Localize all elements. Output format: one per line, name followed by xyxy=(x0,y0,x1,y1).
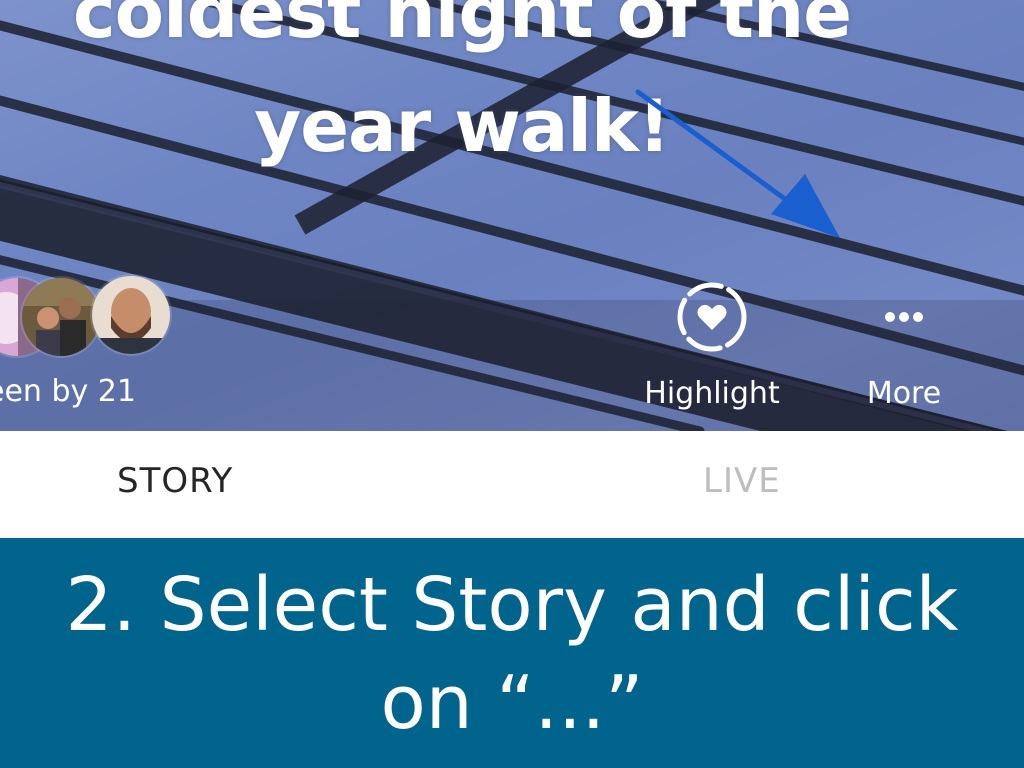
avatar xyxy=(92,276,170,354)
tutorial-slide: coldest night of the year walk! een by 2… xyxy=(0,0,1024,768)
highlight-label: Highlight xyxy=(644,376,780,411)
instruction-line2: on “...” xyxy=(380,660,644,746)
viewer-avatars[interactable] xyxy=(0,274,178,358)
avatar xyxy=(22,278,100,356)
tab-live[interactable]: LIVE xyxy=(703,461,781,501)
instruction-line1: 2. Select Story and click xyxy=(65,562,959,648)
camera-mode-tabs: STORY LIVE xyxy=(0,431,1024,538)
ellipsis-icon xyxy=(885,312,923,322)
highlight-button[interactable]: Highlight xyxy=(622,280,802,420)
story-preview: coldest night of the year walk! een by 2… xyxy=(0,0,1024,431)
heart-circle-icon xyxy=(677,282,747,352)
story-caption-line2: year walk! xyxy=(254,84,670,168)
seen-by-count[interactable]: een by 21 xyxy=(0,374,136,409)
more-label: More xyxy=(866,376,942,411)
instruction-banner: 2. Select Story and click on “...” xyxy=(0,538,1024,768)
story-caption-line1: coldest night of the xyxy=(72,0,852,54)
more-button[interactable]: More xyxy=(814,280,994,420)
tab-story[interactable]: STORY xyxy=(117,461,233,501)
